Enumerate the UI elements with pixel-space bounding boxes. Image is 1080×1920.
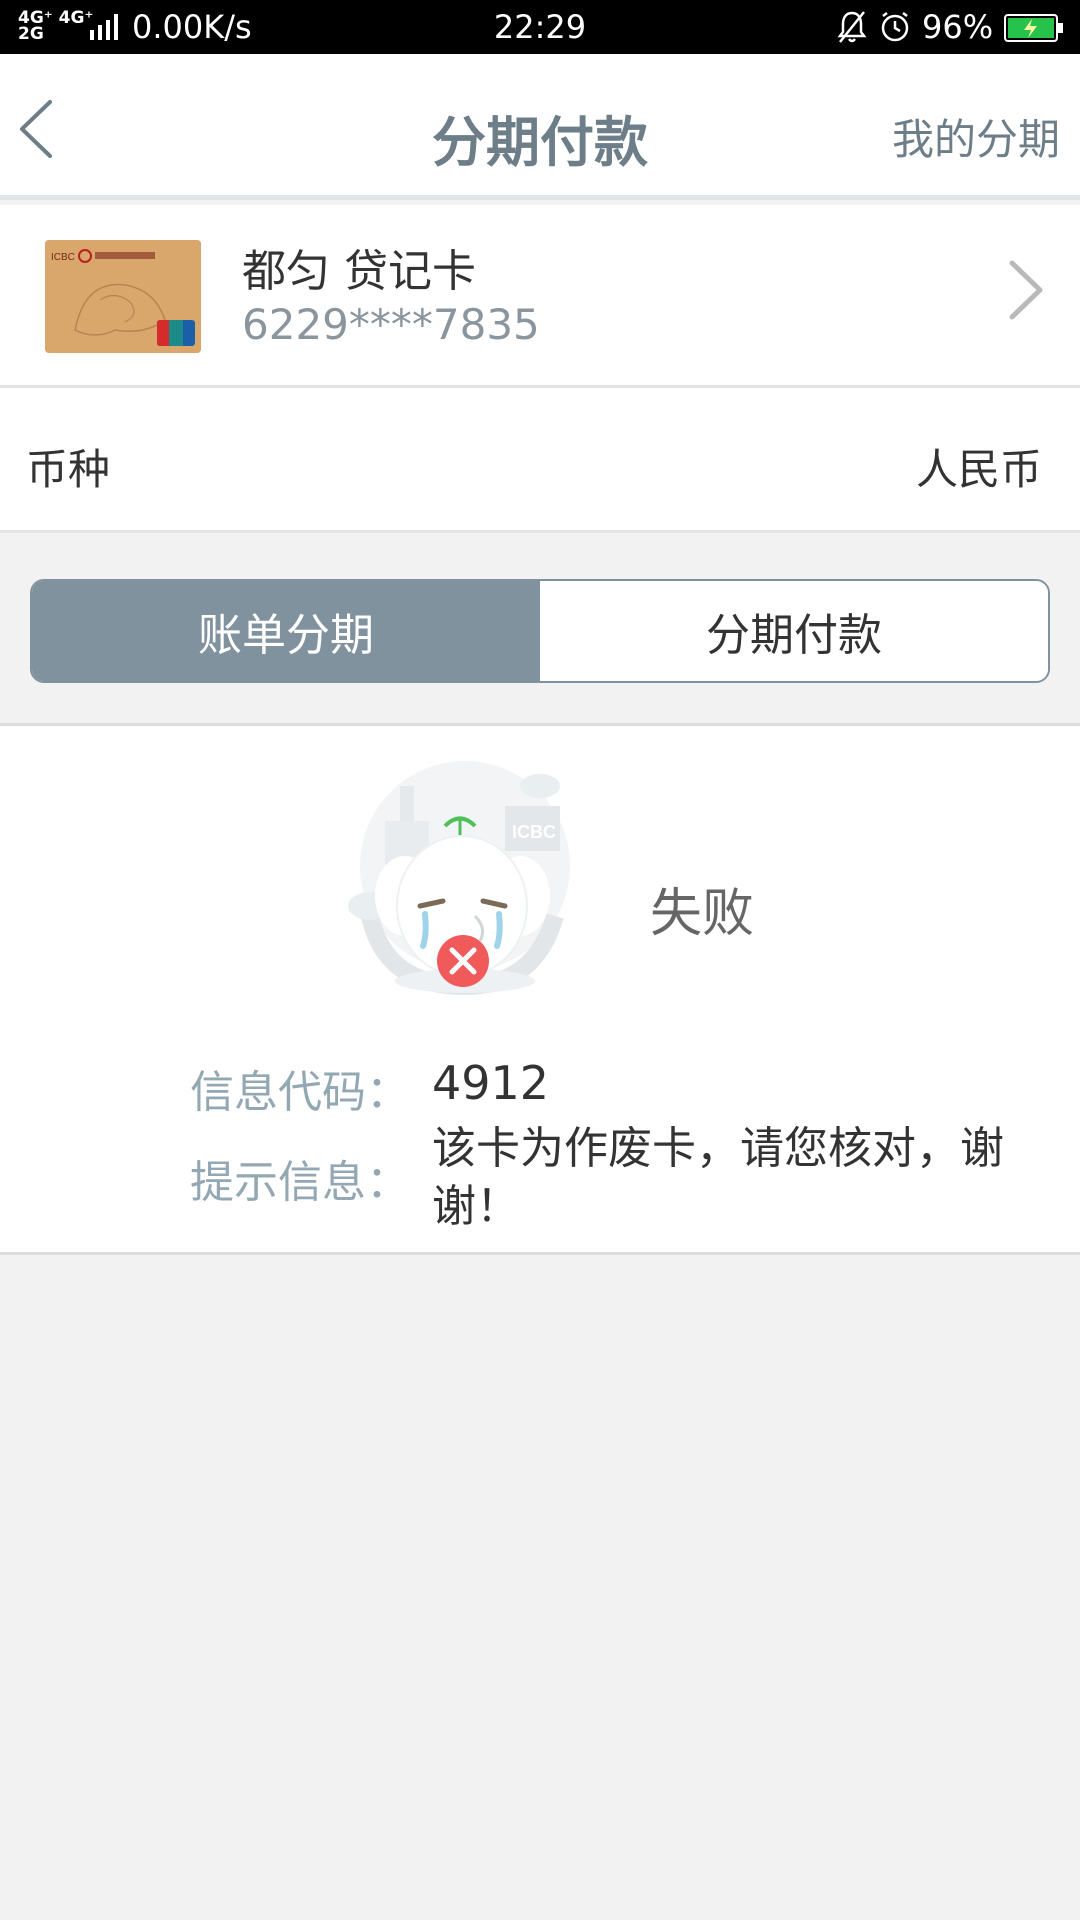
bell-muted-icon — [837, 11, 867, 43]
currency-value: 人民币 — [915, 445, 1042, 494]
svg-text:ICBC: ICBC — [51, 252, 75, 263]
bank-card-image: ICBC — [45, 240, 201, 353]
alarm-icon — [881, 12, 909, 42]
nav-header: 分期付款 我的分期 — [0, 54, 1080, 200]
mascot-icbc-text: ICBC — [512, 822, 556, 842]
result-status: 失败 — [650, 884, 755, 944]
installment-type-switch: 账单分期 分期付款 — [30, 579, 1050, 683]
result-panel: ICBC 失败 信息代码： 4912 提示信息： 该卡为作废卡，请您核对，谢谢！ — [0, 723, 1080, 1255]
clock: 22:29 — [493, 8, 587, 46]
currency-label: 币种 — [26, 445, 111, 494]
status-bar: 4G⁺ 4G⁺ 2G 0.00K/s 22:29 96% — [0, 0, 1080, 54]
card-selector[interactable]: ICBC 都匀 贷记卡 6229****7835 — [0, 205, 1080, 388]
message-value: 该卡为作废卡，请您核对，谢谢！ — [432, 1123, 1004, 1232]
tab-bill-installment[interactable]: 账单分期 — [32, 581, 540, 681]
sad-elephant-failure-illustration: ICBC — [348, 761, 570, 996]
tab-installment-payment[interactable]: 分期付款 — [540, 581, 1048, 681]
my-installments-link[interactable]: 我的分期 — [892, 106, 1060, 167]
message-label: 提示信息： — [190, 1157, 410, 1208]
chevron-right-icon[interactable] — [1006, 255, 1046, 325]
card-name: 都匀 贷记卡 — [242, 246, 476, 297]
card-number: 6229****7835 — [242, 300, 540, 349]
info-code-value: 4912 — [432, 1056, 550, 1110]
currency-row: 币种 人民币 — [0, 388, 1080, 533]
battery-charging-icon — [1004, 14, 1063, 42]
battery-percent: 96% — [922, 8, 994, 46]
info-code-label: 信息代码： — [190, 1067, 410, 1118]
